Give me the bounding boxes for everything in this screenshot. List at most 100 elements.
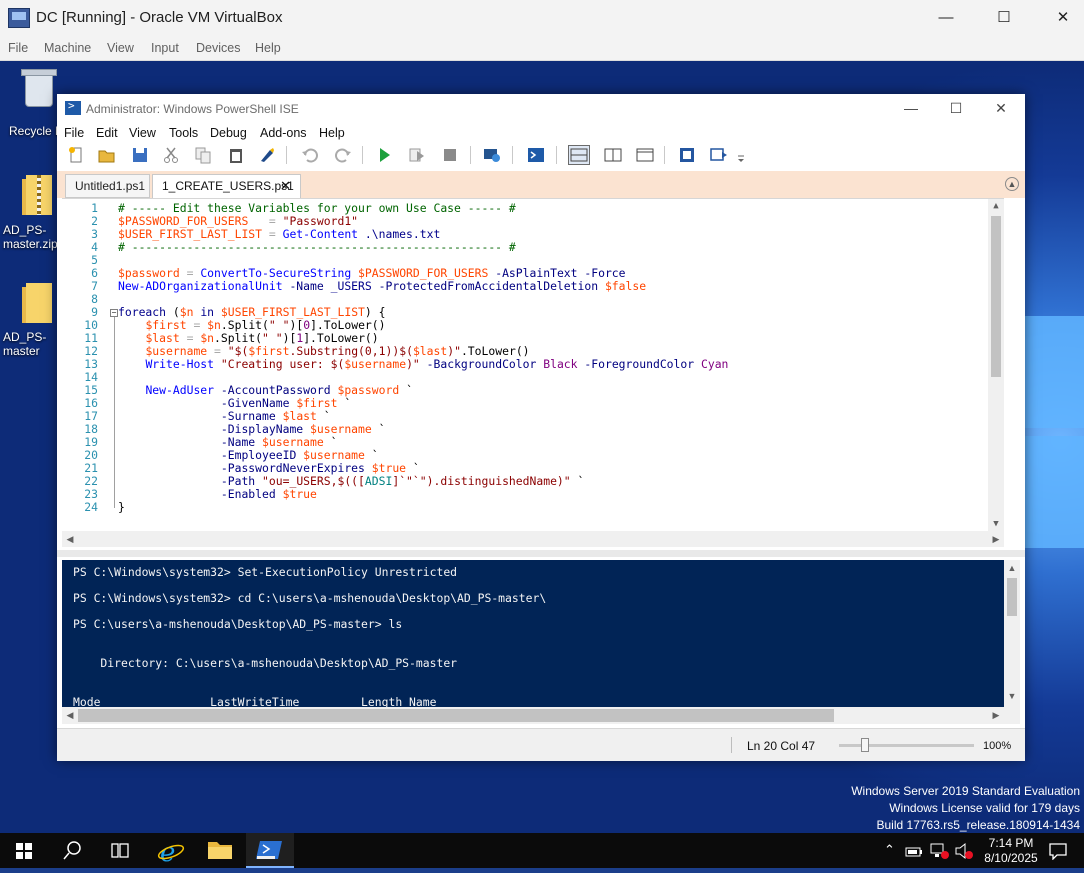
maximize-button[interactable]: ☐ xyxy=(984,4,1024,32)
zoom-slider-thumb[interactable] xyxy=(861,738,869,752)
scroll-left-icon[interactable]: ◀ xyxy=(62,534,78,545)
console-line: Directory: C:\users\a-mshenouda\Desktop\… xyxy=(73,656,458,670)
scroll-left-icon[interactable]: ◀ xyxy=(62,710,78,721)
open-icon[interactable] xyxy=(98,146,116,164)
taskbar-powershell-ise[interactable] xyxy=(246,833,294,868)
watermark-line: Windows License valid for 179 days xyxy=(889,801,1080,815)
console-line: PS C:\users\a-mshenouda\Desktop\AD_PS-ma… xyxy=(73,617,403,631)
menu-input[interactable]: Input xyxy=(151,41,179,55)
stop-icon[interactable] xyxy=(441,146,459,164)
scrollbar-thumb[interactable] xyxy=(991,216,1001,377)
task-view-icon xyxy=(111,843,129,858)
close-button[interactable]: ✕ xyxy=(1043,4,1083,32)
status-separator xyxy=(731,737,732,753)
taskbar-file-explorer[interactable] xyxy=(196,833,244,868)
console-line: PS C:\Windows\system32> cd C:\users\a-ms… xyxy=(73,591,547,605)
editor-horizontal-scrollbar[interactable]: ◀ ▶ xyxy=(62,531,1004,547)
taskbar: e ⌃ 7:14 PM 8/10/2025 xyxy=(0,833,1084,868)
scroll-up-icon[interactable]: ▲ xyxy=(988,201,1004,211)
undo-icon[interactable] xyxy=(301,146,319,164)
scroll-down-icon[interactable]: ▼ xyxy=(1004,691,1020,701)
action-center-icon[interactable] xyxy=(1048,842,1068,861)
ise-menu-edit[interactable]: Edit xyxy=(96,126,118,140)
menu-help[interactable]: Help xyxy=(255,41,281,55)
battery-icon[interactable] xyxy=(905,845,925,857)
ise-menu-file[interactable]: File xyxy=(64,126,84,140)
show-command-addon-icon[interactable] xyxy=(710,146,728,164)
taskbar-internet-explorer[interactable]: e xyxy=(146,833,194,868)
show-script-pane-top-icon[interactable] xyxy=(568,145,590,165)
toolbar-customize-icon[interactable] xyxy=(736,146,746,164)
menu-devices[interactable]: Devices xyxy=(196,41,240,55)
taskbar-clock[interactable]: 7:14 PM 8/10/2025 xyxy=(978,836,1044,866)
scroll-right-icon[interactable]: ▶ xyxy=(988,710,1004,721)
run-selection-icon[interactable] xyxy=(408,146,426,164)
console-horizontal-scrollbar[interactable]: ◀ ▶ xyxy=(62,707,1020,724)
recycle-bin-icon xyxy=(21,69,57,107)
toolbar-separator xyxy=(556,146,557,164)
search-button[interactable] xyxy=(48,833,96,868)
show-command-window-icon[interactable] xyxy=(678,146,696,164)
scroll-right-icon[interactable]: ▶ xyxy=(988,534,1004,545)
show-script-pane-right-icon[interactable] xyxy=(603,146,623,164)
volume-muted-icon[interactable] xyxy=(954,842,974,860)
script-tab-strip: Untitled1.ps1 1_CREATE_USERS.ps1 ✕ ▲ xyxy=(57,171,1025,198)
minimize-button[interactable]: — xyxy=(926,4,966,32)
network-icon[interactable] xyxy=(929,842,951,860)
powershell-ise-icon xyxy=(256,841,282,859)
run-script-icon[interactable] xyxy=(375,146,393,164)
menu-view[interactable]: View xyxy=(107,41,134,55)
show-script-pane-maximized-icon[interactable] xyxy=(635,146,655,164)
virtualbox-title-bar: DC [Running] - Oracle VM VirtualBox — ☐ … xyxy=(0,0,1084,36)
show-hidden-icons[interactable]: ⌃ xyxy=(884,842,895,858)
pane-splitter[interactable] xyxy=(57,550,1025,557)
svg-text:e: e xyxy=(160,838,175,868)
ise-toolbar xyxy=(57,144,1025,166)
tab-1-create-users[interactable]: 1_CREATE_USERS.ps1 ✕ xyxy=(152,174,301,198)
editor-vertical-scrollbar[interactable]: ▲ ▼ xyxy=(988,199,1004,532)
collapse-script-pane-icon[interactable]: ▲ xyxy=(1005,177,1019,191)
clear-console-icon[interactable] xyxy=(258,146,276,164)
scroll-up-icon[interactable]: ▲ xyxy=(1004,563,1020,573)
task-view-button[interactable] xyxy=(96,833,144,868)
menu-file[interactable]: File xyxy=(8,41,28,55)
cursor-position: Ln 20 Col 47 xyxy=(747,739,816,753)
save-icon[interactable] xyxy=(131,146,149,164)
ise-menu-debug[interactable]: Debug xyxy=(210,126,247,140)
fold-guide xyxy=(114,317,115,508)
copy-icon[interactable] xyxy=(194,146,212,164)
new-script-icon[interactable] xyxy=(67,146,85,164)
start-button[interactable] xyxy=(0,833,48,868)
console-pane[interactable]: PS C:\Windows\system32> Set-ExecutionPol… xyxy=(62,560,1004,707)
powershell-icon xyxy=(65,99,81,115)
windows-start-icon xyxy=(16,843,32,859)
ise-menu-add-ons[interactable]: Add-ons xyxy=(260,126,307,140)
redo-icon[interactable] xyxy=(334,146,352,164)
cut-icon[interactable] xyxy=(162,146,180,164)
ise-minimize-button[interactable]: — xyxy=(893,97,929,119)
windows-logo-wallpaper xyxy=(1024,316,1084,556)
new-remote-tab-icon[interactable] xyxy=(483,146,501,164)
ise-close-button[interactable]: ✕ xyxy=(983,97,1019,119)
console-vertical-scrollbar[interactable]: ▲ ▼ xyxy=(1004,560,1020,707)
ise-maximize-button[interactable]: ☐ xyxy=(938,97,974,119)
script-editor[interactable]: 1 # ----- Edit these Variables for your o… xyxy=(62,198,1004,532)
tab-untitled1[interactable]: Untitled1.ps1 xyxy=(65,174,150,198)
ise-menu-help[interactable]: Help xyxy=(319,126,345,140)
zoom-slider[interactable] xyxy=(839,744,974,747)
toolbar-separator xyxy=(286,146,287,164)
fold-collapse-icon[interactable]: − xyxy=(110,309,118,317)
console-line: PS C:\Windows\system32> Set-ExecutionPol… xyxy=(73,565,458,579)
tab-close-icon[interactable]: ✕ xyxy=(280,175,291,197)
tab-label: 1_CREATE_USERS.ps1 xyxy=(162,179,294,193)
ise-menu-tools[interactable]: Tools xyxy=(169,126,198,140)
start-powershell-icon[interactable] xyxy=(527,146,545,164)
scroll-down-icon[interactable]: ▼ xyxy=(988,519,1004,529)
file-explorer-icon xyxy=(208,842,232,859)
scrollbar-thumb[interactable] xyxy=(78,709,834,722)
scrollbar-thumb[interactable] xyxy=(1007,578,1017,616)
paste-icon[interactable] xyxy=(227,146,245,164)
ise-menu-view[interactable]: View xyxy=(129,126,156,140)
powershell-ise-window: Administrator: Windows PowerShell ISE — … xyxy=(57,94,1025,761)
menu-machine[interactable]: Machine xyxy=(44,41,91,55)
